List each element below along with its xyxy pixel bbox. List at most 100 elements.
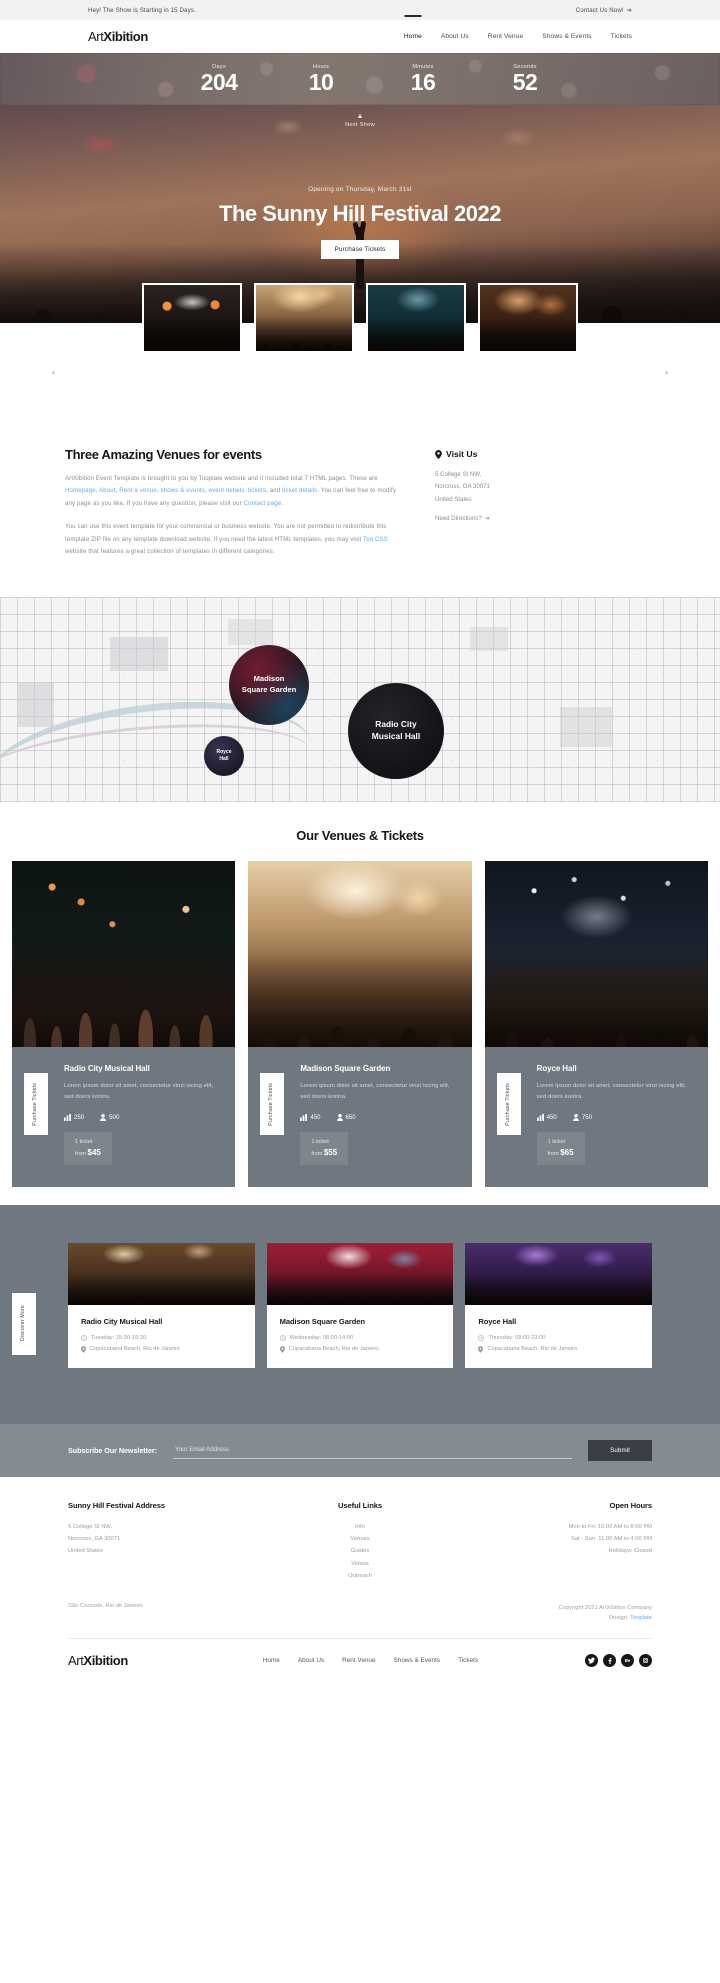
venue-price-box: 1 ticket from $45 <box>64 1131 112 1165</box>
footer-logo-light: Art <box>68 1653 84 1669</box>
footer-link-info[interactable]: Info <box>263 1521 458 1533</box>
nav-item-shows-events[interactable]: Shows & Events <box>542 31 591 42</box>
footer-links-heading: Useful Links <box>338 1500 382 1510</box>
map-pin-madison-square-garden[interactable]: Madison Square Garden <box>229 644 309 725</box>
nav-item-about-us[interactable]: About Us <box>441 31 469 42</box>
venue-stat-capacity: 500 <box>100 1113 119 1121</box>
venues-map[interactable]: Madison Square Garden Radio City Musical… <box>0 596 720 802</box>
footer-nav-tickets[interactable]: Tickets <box>458 1657 478 1664</box>
nav-item-home[interactable]: Home <box>404 31 422 42</box>
venue-card-image <box>248 860 472 1047</box>
twitter-icon[interactable] <box>585 1654 598 1668</box>
venue-stat-seats: 450 <box>536 1113 557 1121</box>
announcement-text: Hey! The Show is Starting in 15 Days. <box>88 6 196 14</box>
carousel-prev-button[interactable]: ‹ <box>52 367 55 377</box>
footer-link-videos[interactable]: Videos <box>263 1558 458 1570</box>
next-show-indicator[interactable]: ▲ Next Show <box>345 113 375 128</box>
event-card-image <box>465 1242 653 1305</box>
site-logo[interactable]: ArtXibition <box>88 29 148 44</box>
event-card-image <box>266 1242 454 1305</box>
facebook-icon[interactable] <box>603 1654 616 1668</box>
from-label: from <box>75 1150 86 1157</box>
event-card[interactable]: Royce Hall Thursday: 09:00-23:00 Copacab… <box>465 1242 653 1368</box>
arrow-right-icon: ➔ <box>484 515 490 523</box>
venue-stat-capacity: 750 <box>572 1113 592 1121</box>
visit-us-label: Visit Us <box>446 449 478 459</box>
footer-link-outreach[interactable]: Outreach <box>263 1570 458 1582</box>
instagram-icon[interactable] <box>639 1654 652 1668</box>
nav-item-rent-venue[interactable]: Rent Venue <box>488 31 523 42</box>
purchase-tickets-vertical-button[interactable]: Purchase Tickets <box>260 1072 285 1135</box>
carousel-thumb-1[interactable] <box>142 283 242 353</box>
event-card-location-text: Copacabana Beach, Rio de Janeiro <box>288 1346 379 1352</box>
arrow-right-icon: ➔ <box>626 6 632 14</box>
behance-icon[interactable]: Be <box>621 1654 634 1668</box>
event-card-location-text: Copacabana Beach, Rio de Janeiro <box>487 1346 578 1352</box>
carousel-thumb-4[interactable] <box>478 283 578 353</box>
footer-nav-home[interactable]: Home <box>263 1657 280 1664</box>
footer-nav-rent-venue[interactable]: Rent Venue <box>342 1657 375 1664</box>
logo-bold: Xibition <box>103 29 148 44</box>
carousel-next-button[interactable]: › <box>665 367 668 377</box>
event-card-body: Madison Square Garden Wednesday: 08:00-1… <box>267 1305 454 1368</box>
link-rent-a-venue[interactable]: Rent a venue <box>119 487 157 494</box>
venue-card: Purchase Tickets Madison Square Garden L… <box>248 860 472 1187</box>
page-root: Hey! The Show is Starting in 15 Days. Co… <box>0 0 720 1684</box>
event-card-list: Radio City Musical Hall Tuesday: 15:30-1… <box>0 1242 720 1368</box>
footer-nav-about-us[interactable]: About Us <box>298 1657 324 1664</box>
link-ticket-details[interactable]: ticket details <box>282 487 317 494</box>
map-pin-radio-city-musical-hall[interactable]: Radio City Musical Hall <box>348 682 444 779</box>
link-event-details[interactable]: event details <box>209 487 245 494</box>
venue-card-image <box>484 860 708 1047</box>
event-card[interactable]: Madison Square Garden Wednesday: 08:00-1… <box>266 1242 454 1368</box>
purchase-tickets-label: Purchase Tickets <box>504 1082 511 1126</box>
nav-item-tickets[interactable]: Tickets <box>611 31 632 42</box>
visit-us-block: Visit Us 5 College St NW, Norcross, GA 3… <box>435 447 585 559</box>
link-shows-events[interactable]: shows & events <box>161 487 205 494</box>
link-about[interactable]: About <box>99 487 116 494</box>
thumbnail-carousel: ‹ › <box>0 283 720 417</box>
purchase-tickets-button[interactable]: Purchase Tickets <box>321 240 399 259</box>
footer-logo[interactable]: ArtXibition <box>68 1653 128 1668</box>
purchase-tickets-vertical-button[interactable]: Purchase Tickets <box>496 1072 521 1135</box>
seats-icon <box>536 1113 544 1121</box>
link-too-css[interactable]: Too CSS <box>363 536 388 543</box>
newsletter-submit-button[interactable]: Submit <box>588 1439 652 1461</box>
event-card-title: Madison Square Garden <box>279 1316 365 1326</box>
purchase-tickets-vertical-button[interactable]: Purchase Tickets <box>24 1072 48 1135</box>
ticket-price-line: from $65 <box>548 1148 574 1157</box>
map-pin-icon <box>279 1345 285 1353</box>
venue-card-stats: 450 650 <box>300 1113 455 1121</box>
next-show-label: Next Show <box>345 122 375 128</box>
footer-address-column: Sunny Hill Festival Address 5 College St… <box>68 1501 263 1583</box>
carousel-strip <box>142 283 578 353</box>
contact-us-link[interactable]: Contact Us Now! ➔ <box>576 7 632 14</box>
footer-link-venues[interactable]: Venues <box>263 1533 458 1545</box>
contact-us-label: Contact Us Now! <box>575 6 624 14</box>
link-contact-page[interactable]: Contact page <box>244 500 282 507</box>
footer-design-link[interactable]: Tooplate <box>630 1615 652 1621</box>
footer-nav-shows-events[interactable]: Shows & Events <box>394 1657 441 1664</box>
venue-stat-seats-value: 250 <box>74 1113 85 1121</box>
need-directions-link[interactable]: Need Directions? ➔ <box>435 515 585 522</box>
hero-content: Opening on Thursday, March 31st The Sunn… <box>0 186 720 259</box>
discover-more-label: Discover More <box>20 1305 27 1342</box>
discover-more-button[interactable]: Discover More <box>12 1292 36 1355</box>
footer-link-guides[interactable]: Guides <box>263 1545 458 1557</box>
venue-card-body: Purchase Tickets Radio City Musical Hall… <box>12 1046 236 1187</box>
chevron-up-icon: ▲ <box>356 113 364 120</box>
link-homepage[interactable]: Homepage <box>65 487 96 494</box>
footer-hours-text: Mon to Fri: 10:00 AM to 8:00 PM Sat - Su… <box>457 1521 652 1558</box>
carousel-thumb-3[interactable] <box>366 283 466 353</box>
map-pin-royce-hall[interactable]: Royce Hall <box>204 735 244 776</box>
purchase-tickets-label: Purchase Tickets <box>268 1082 275 1126</box>
event-card-time-text: Thursday: 09:00-23:00 <box>488 1334 546 1341</box>
event-card-time-text: Wednesday: 08:00-14:00 <box>289 1334 354 1341</box>
newsletter-email-input[interactable] <box>173 1441 573 1459</box>
visit-address-line-2: Norcross, GA 30071 <box>435 483 490 491</box>
thumb-crowd-overlay <box>368 317 464 351</box>
event-card[interactable]: Radio City Musical Hall Tuesday: 15:30-1… <box>68 1242 255 1368</box>
carousel-thumb-2[interactable] <box>254 283 354 353</box>
link-tickets[interactable]: tickets <box>248 487 266 494</box>
venue-card-list: Purchase Tickets Radio City Musical Hall… <box>0 860 720 1187</box>
